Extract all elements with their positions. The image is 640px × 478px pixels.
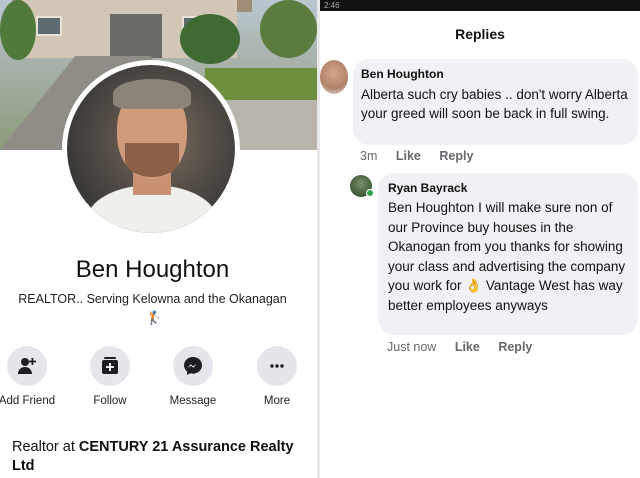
reply-time: Just now — [387, 340, 437, 354]
follow-icon — [102, 357, 118, 374]
profile-bio: REALTOR.. Serving Kelowna and the Okanag… — [18, 292, 287, 306]
work-info: Realtor at CENTURY 21 Assurance Realty L… — [12, 438, 302, 476]
comment-author[interactable]: Ben Houghton — [361, 67, 628, 81]
follow-label: Follow — [93, 395, 127, 407]
reply-button[interactable]: Reply — [439, 149, 473, 163]
add-friend-label: Add Friend — [0, 395, 56, 407]
status-bar: 2:46 — [320, 0, 640, 11]
message-button[interactable]: Message — [158, 346, 228, 407]
more-icon — [270, 364, 284, 368]
work-prefix: Realtor at — [12, 439, 79, 455]
reply-button[interactable]: Reply — [498, 340, 532, 354]
profile-picture[interactable] — [62, 60, 240, 238]
reply-actions: Just now Like Reply — [387, 340, 547, 354]
add-friend-button[interactable]: Add Friend — [0, 346, 62, 407]
messenger-icon — [184, 357, 202, 375]
more-button[interactable]: More — [242, 346, 312, 407]
status-time: 2:46 — [324, 1, 340, 10]
add-friend-icon — [18, 358, 36, 374]
like-button[interactable]: Like — [396, 149, 421, 163]
profile-panel: Ben Houghton REALTOR.. Serving Kelowna a… — [0, 0, 317, 478]
like-button[interactable]: Like — [455, 340, 480, 354]
comment-bubble: Ben Houghton Alberta such cry babies .. … — [353, 59, 638, 145]
reply-bubble: Ryan Bayrack Ben Houghton I will make su… — [378, 173, 638, 335]
golfer-emoji: 🏌 — [146, 310, 163, 325]
replies-panel: 2:46 Replies Ben Houghton Alberta such c… — [320, 0, 640, 478]
comment-time: 3m — [360, 149, 378, 163]
avatar — [67, 65, 235, 233]
commenter-avatar[interactable] — [320, 60, 348, 94]
replies-title: Replies — [455, 26, 505, 42]
online-indicator — [366, 189, 374, 197]
comment-actions: 3m Like Reply — [360, 149, 488, 163]
follow-button[interactable]: Follow — [75, 346, 145, 407]
comment-text: Alberta such cry babies .. don't worry A… — [361, 87, 628, 121]
profile-name: Ben Houghton — [75, 256, 230, 283]
more-label: More — [263, 395, 291, 407]
reply-text: Ben Houghton I will make sure non of our… — [388, 200, 626, 313]
message-label: Message — [169, 395, 217, 407]
reply-author[interactable]: Ryan Bayrack — [388, 181, 628, 195]
